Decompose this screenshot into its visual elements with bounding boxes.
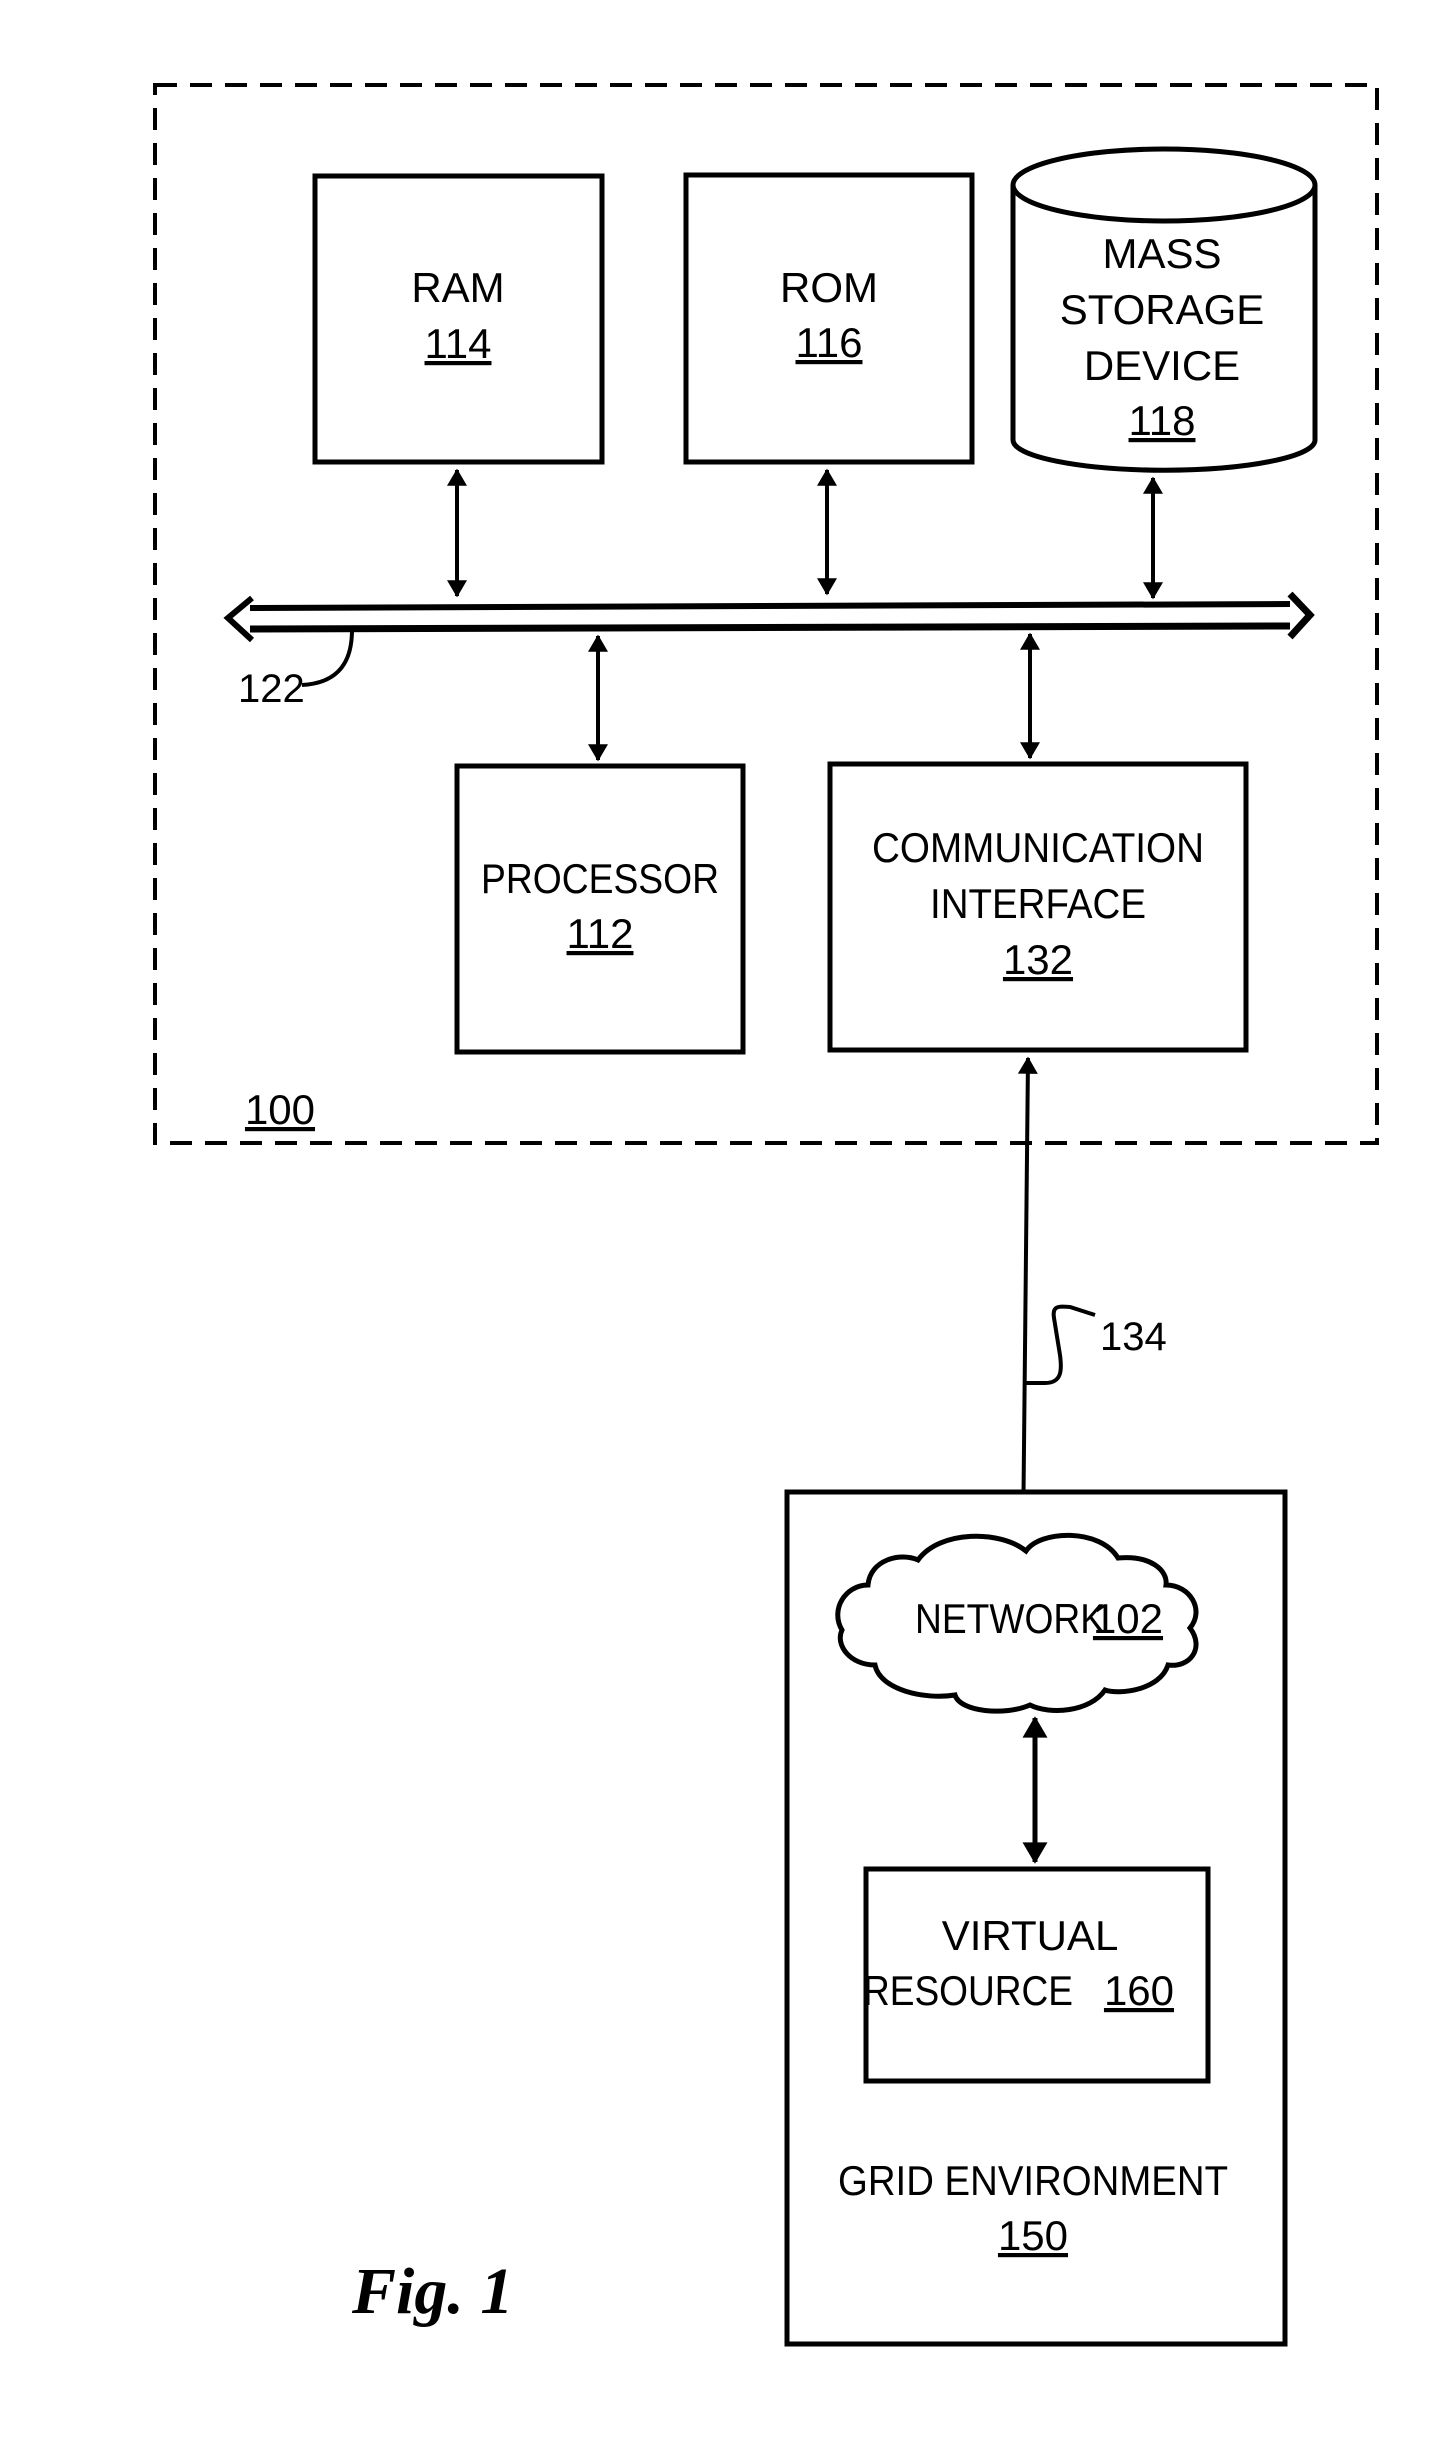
figure-caption: Fig. 1 <box>351 2255 513 2328</box>
processor-label: PROCESSOR <box>481 855 719 902</box>
virtual-resource-block[interactable]: VIRTUAL RESOURCE 160 <box>863 1866 1211 2084</box>
network-ref: 102 <box>1093 1595 1163 1642</box>
processor-ref: 112 <box>567 910 634 957</box>
virtual-resource-label-2: RESOURCE <box>863 1967 1073 2014</box>
ram-ref: 114 <box>425 320 492 367</box>
link-ref: 134 <box>1100 1315 1167 1359</box>
comm-interface-ref: 132 <box>1003 936 1073 983</box>
network-label: NETWORK <box>915 1595 1105 1642</box>
mass-storage-label-3: DEVICE <box>1084 342 1240 389</box>
comm-interface-block[interactable]: COMMUNICATION INTERFACE 132 <box>827 761 1249 1053</box>
grid-environment-ref: 150 <box>998 2212 1068 2259</box>
link-leader <box>1026 1304 1096 1385</box>
ram-label: RAM <box>411 264 504 311</box>
bus-leader <box>301 629 354 687</box>
cylinder-top <box>1010 146 1318 224</box>
ram-block[interactable]: RAM 114 <box>312 173 605 465</box>
processor-block[interactable]: PROCESSOR 112 <box>454 763 746 1055</box>
rom-block[interactable]: ROM 116 <box>683 172 975 465</box>
bus-ref: 122 <box>238 667 305 711</box>
rom-ref: 116 <box>796 319 863 366</box>
diagram-canvas: 100 RAM 114 ROM 116 MASS STORAGE DEVICE … <box>153 83 1379 2347</box>
system-ref: 100 <box>245 1086 315 1133</box>
network-cloud[interactable]: NETWORK 102 <box>835 1532 1199 1714</box>
comm-interface-label-2: INTERFACE <box>930 880 1146 927</box>
network-link-arrow <box>1013 1056 1038 1546</box>
virtual-resource-ref: 160 <box>1104 1967 1174 2014</box>
comm-interface-label-1: COMMUNICATION <box>872 824 1204 871</box>
system-bus[interactable] <box>223 590 1315 643</box>
mass-storage-block[interactable]: MASS STORAGE DEVICE 118 <box>1010 146 1318 473</box>
mass-storage-ref: 118 <box>1129 397 1196 444</box>
mass-storage-label-1: MASS <box>1102 230 1221 277</box>
rom-label: ROM <box>780 264 878 311</box>
grid-environment-label: GRID ENVIRONMENT <box>838 2157 1228 2204</box>
mass-storage-label-2: STORAGE <box>1060 286 1265 333</box>
virtual-resource-label-1: VIRTUAL <box>942 1912 1119 1959</box>
